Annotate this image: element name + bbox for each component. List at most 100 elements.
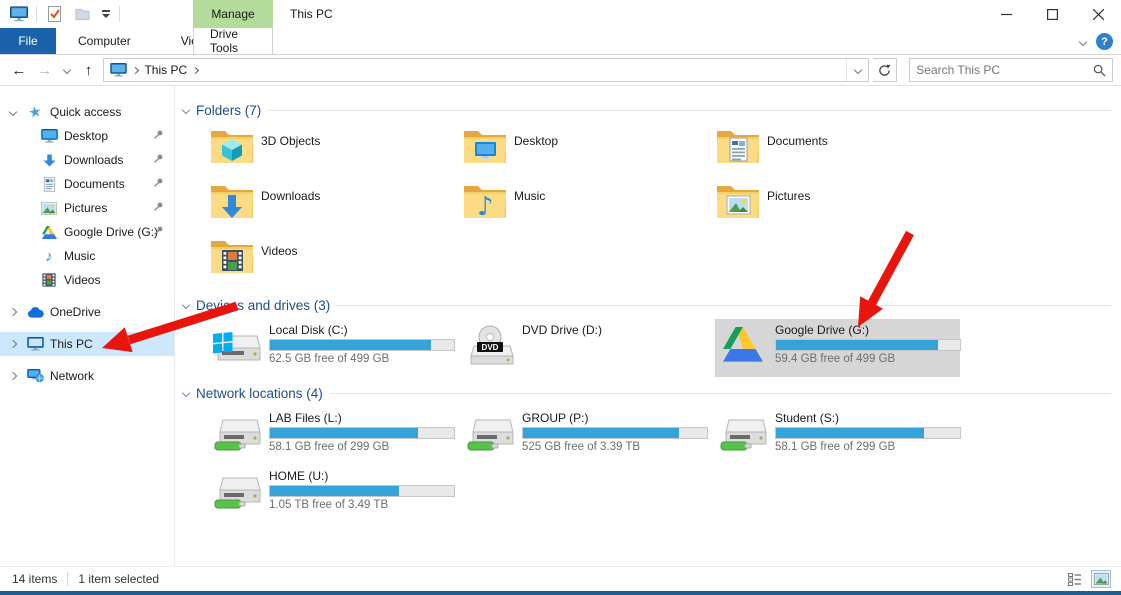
sidebar-item-label: Desktop [64,129,108,143]
drive-label: LAB Files (L:) [269,411,455,425]
close-button[interactable] [1075,0,1121,28]
address-dropdown-icon[interactable] [846,59,868,81]
drive-free-space: 62.5 GB free of 499 GB [269,353,455,365]
maximize-button[interactable] [1029,0,1075,28]
capacity-bar [522,427,708,439]
search-icon[interactable] [1093,64,1106,77]
toolbar-separator [119,6,120,22]
section-header-devices[interactable]: Devices and drives (3) [183,295,1111,315]
chevron-right-icon[interactable] [9,340,17,348]
sidebar-item-downloads[interactable]: Downloads [0,148,174,172]
sidebar-item-onedrive[interactable]: OneDrive [0,300,174,324]
ribbon-collapse-icon[interactable] [1079,37,1087,45]
recent-locations-icon[interactable] [60,59,74,81]
folder-tile-downloads[interactable]: Downloads [209,179,462,234]
drive-tile-home-u[interactable]: HOME (U:) 1.05 TB free of 3.49 TB [209,465,454,523]
dvd-drive-icon: DVD [466,322,514,368]
folder-tile-3d-objects[interactable]: 3D Objects [209,124,462,179]
folder-label: Documents [767,126,828,148]
new-folder-icon[interactable] [71,3,93,25]
capacity-bar [269,427,455,439]
section-header-folders[interactable]: Folders (7) [183,100,1111,120]
pin-icon [153,225,164,239]
chevron-down-icon[interactable] [182,389,190,397]
help-icon[interactable]: ? [1096,33,1113,50]
minimize-button[interactable] [983,0,1029,28]
sidebar-item-music[interactable]: ♪ Music [0,244,174,268]
forward-button[interactable]: → [34,59,56,81]
capacity-bar [269,485,455,497]
search-input[interactable] [916,63,1093,77]
drive-tile-student-s[interactable]: Student (S:) 58.1 GB free of 299 GB [715,407,960,465]
folder-icon [715,126,761,166]
sidebar-item-network[interactable]: Network [0,364,174,388]
details-view-button[interactable] [1065,570,1085,588]
drive-label: Google Drive (G:) [775,323,961,337]
section-title: Devices and drives (3) [196,298,330,313]
section-title: Folders (7) [196,103,261,118]
network-icon [26,367,44,385]
sidebar-item-quick-access[interactable]: ★ Quick access [0,100,174,124]
folder-icon [209,181,255,221]
up-button[interactable]: ↑ [78,59,100,81]
quick-access-toolbar [0,3,120,25]
navigation-bar: ← → ↑ This PC [0,55,1121,86]
section-header-network[interactable]: Network locations (4) [183,383,1111,403]
sidebar-item-label: Music [64,249,95,263]
folder-tile-documents[interactable]: Documents [715,124,968,179]
chevron-down-icon[interactable] [182,301,190,309]
drive-tile-google-drive-g[interactable]: Google Drive (G:) 59.4 GB free of 499 GB [715,319,960,377]
tab-drive-tools[interactable]: Drive Tools [193,28,273,55]
sidebar-item-desktop[interactable]: Desktop [0,124,174,148]
tab-computer[interactable]: Computer [62,28,147,54]
chevron-right-icon[interactable] [9,308,17,316]
large-icons-view-button[interactable] [1091,570,1111,588]
section-title: Network locations (4) [196,386,323,401]
this-pc-icon [110,63,127,77]
drive-tile-local-disk-c[interactable]: Local Disk (C:) 62.5 GB free of 499 GB [209,319,454,377]
tab-file[interactable]: File [0,28,56,54]
onedrive-icon [26,303,44,321]
sidebar-item-this-pc[interactable]: This PC [0,332,174,356]
sidebar-item-pictures[interactable]: Pictures [0,196,174,220]
folder-tile-pictures[interactable]: Pictures [715,179,968,234]
folder-label: Videos [261,236,297,258]
pin-icon [153,153,164,167]
folder-label: 3D Objects [261,126,320,148]
drive-label: Student (S:) [775,411,961,425]
properties-icon[interactable] [43,3,65,25]
drive-tile-lab-files-l[interactable]: LAB Files (L:) 58.1 GB free of 299 GB [209,407,454,465]
pictures-icon [40,199,58,217]
sidebar-item-videos[interactable]: Videos [0,268,174,292]
search-box[interactable] [909,58,1113,82]
chevron-right-icon[interactable] [9,372,17,380]
section-rule [337,305,1111,306]
devices-grid: Local Disk (C:) 62.5 GB free of 499 GB D… [209,319,1121,377]
customize-toolbar-dropdown-icon[interactable] [99,10,113,18]
drive-free-space: 525 GB free of 3.39 TB [522,441,708,453]
folder-tile-desktop[interactable]: Desktop [462,124,715,179]
sidebar-item-google-drive[interactable]: Google Drive (G:) [0,220,174,244]
drive-tile-dvd-d[interactable]: DVD DVD Drive (D:) [462,319,707,377]
local-disk-icon [213,322,261,368]
folder-tile-music[interactable]: ♪ Music [462,179,715,234]
folder-tile-videos[interactable]: Videos [209,234,462,289]
back-button[interactable]: ← [8,59,30,81]
drive-tile-group-p[interactable]: GROUP (P:) 525 GB free of 3.39 TB [462,407,707,465]
sidebar-item-documents[interactable]: Documents [0,172,174,196]
chevron-down-icon[interactable] [9,108,17,116]
music-icon: ♪ [40,247,58,265]
folder-icon [209,236,255,276]
drive-free-space: 1.05 TB free of 3.49 TB [269,499,455,511]
drive-label: DVD Drive (D:) [522,323,602,337]
ribbon-group-manage[interactable]: Manage [193,0,273,28]
address-bar[interactable]: This PC [103,58,869,82]
chevron-down-icon[interactable] [182,106,190,114]
refresh-button[interactable] [873,58,897,82]
desktop-icon [40,127,58,145]
breadcrumb[interactable]: This PC [144,63,187,77]
quick-access-icon: ★ [25,102,46,123]
window-title: This PC [290,7,333,21]
sidebar-item-label: This PC [50,337,93,351]
network-drive-icon [213,410,261,456]
